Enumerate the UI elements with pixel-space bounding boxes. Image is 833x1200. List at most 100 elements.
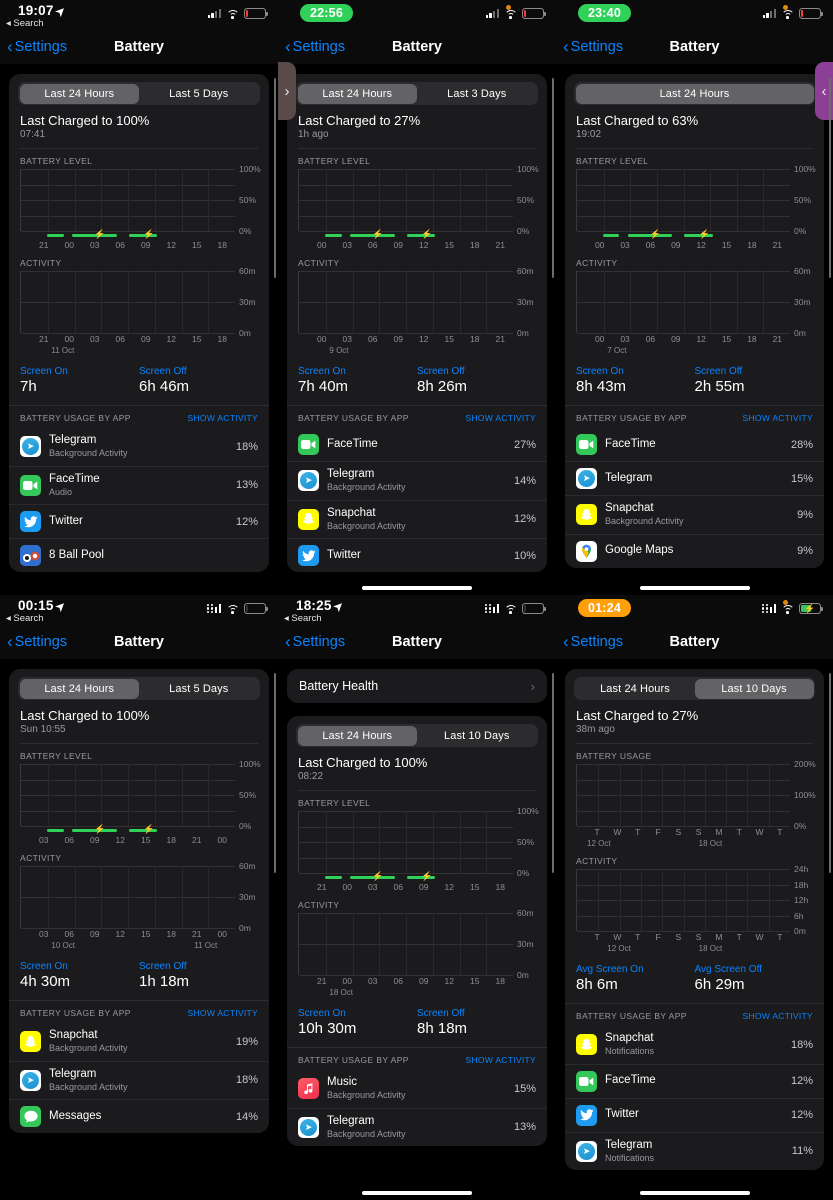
content-scroll-area[interactable]: Last 24 Hours Last 5 Days Last Charged to … xyxy=(0,659,278,1134)
content-scroll-area[interactable]: Last 24 Hours Last Charged to 63% 19:02 BAT… xyxy=(556,64,833,568)
segment-last-24-hours[interactable]: Last 24 Hours xyxy=(19,678,139,699)
time-range-segmented-control[interactable]: Last 24 Hours Last 5 Days xyxy=(18,677,260,700)
vertical-scrollbar[interactable] xyxy=(274,673,276,873)
content-scroll-area[interactable]: Battery Health › Last 24 Hours Last 10 Days… xyxy=(278,659,556,1147)
segment-last-5-days[interactable]: Last 5 Days xyxy=(139,679,259,699)
segment-last-24-hours[interactable]: Last 24 Hours xyxy=(576,679,695,699)
twitter-app-icon xyxy=(20,511,41,533)
panel-3: 23:40 ‹ Settings Battery Last 24 Hours Last C… xyxy=(556,0,833,595)
content-scroll-area[interactable]: Last 24 Hours Last 3 Days Last Charged to … xyxy=(278,64,556,573)
vertical-scrollbar[interactable] xyxy=(552,78,554,278)
app-usage-row[interactable]: Snapchat Background Activity 12% xyxy=(287,499,547,539)
cellular-dots-icon xyxy=(761,603,769,614)
app-usage-row[interactable]: ➤ Telegram 15% xyxy=(565,461,824,495)
app-usage-row[interactable]: 8 Ball Pool xyxy=(9,538,269,572)
app-usage-row[interactable]: Snapchat Background Activity 19% xyxy=(9,1023,269,1061)
edge-swipe-tab-left[interactable]: › xyxy=(278,62,296,120)
x-tick: 12 xyxy=(166,334,176,344)
app-usage-row[interactable]: Google Maps 9% xyxy=(565,533,824,568)
app-usage-row[interactable]: ➤ Telegram Background Activity 13% xyxy=(287,1107,547,1147)
time-range-segmented-control[interactable]: Last 24 Hours Last 10 Days xyxy=(296,724,538,747)
app-meta: Snapchat Background Activity xyxy=(327,507,506,533)
time-range-segmented-control[interactable]: Last 24 Hours Last 3 Days xyxy=(296,82,538,105)
app-usage-row[interactable]: Snapchat Notifications 18% xyxy=(565,1026,824,1064)
app-usage-row[interactable]: FaceTime 12% xyxy=(565,1063,824,1098)
vertical-scrollbar[interactable] xyxy=(552,673,554,873)
app-usage-row[interactable]: Twitter 12% xyxy=(9,504,269,538)
y-tick: 100% xyxy=(239,759,261,769)
segment-last-5-days[interactable]: Last 5 Days xyxy=(139,84,259,104)
segment-last-10-days[interactable]: Last 10 Days xyxy=(417,726,537,746)
x-tick: 15 xyxy=(721,240,732,250)
vertical-scrollbar[interactable] xyxy=(829,78,831,278)
y-tick: 0% xyxy=(794,226,807,236)
app-usage-row[interactable]: Music Background Activity 15% xyxy=(287,1070,547,1108)
time-range-segmented-control[interactable]: Last 24 Hours xyxy=(574,82,815,105)
activity-y-axis: 60m 30m 0m xyxy=(235,266,269,338)
y-tick: 30m xyxy=(239,297,256,307)
segment-last-24-hours[interactable]: Last 24 Hours xyxy=(19,83,139,104)
last-charged-title: Last Charged to 27% xyxy=(298,113,421,128)
app-usage-row[interactable]: Snapchat Background Activity 9% xyxy=(565,495,824,534)
y-tick: 0m xyxy=(794,328,806,338)
app-usage-row[interactable]: Twitter 12% xyxy=(565,1097,824,1132)
home-indicator[interactable] xyxy=(639,1191,750,1195)
app-usage-row[interactable]: Twitter 10% xyxy=(287,538,547,572)
x-tick: 06 xyxy=(115,334,125,344)
segment-last-24-hours[interactable]: Last 24 Hours xyxy=(575,83,814,104)
app-usage-row[interactable]: FaceTime 28% xyxy=(565,428,824,461)
status-bar-back-to-search[interactable]: ◂ Search xyxy=(284,613,322,624)
app-meta: FaceTime xyxy=(605,438,783,452)
show-activity-button[interactable]: SHOW ACTIVITY xyxy=(466,413,537,423)
app-usage-row[interactable]: FaceTime 27% xyxy=(287,428,547,461)
segment-last-3-days[interactable]: Last 3 Days xyxy=(417,84,537,104)
show-activity-button[interactable]: SHOW ACTIVITY xyxy=(188,413,259,423)
time-range-segmented-control[interactable]: Last 24 Hours Last 10 Days xyxy=(574,677,815,700)
show-activity-button[interactable]: SHOW ACTIVITY xyxy=(188,1008,259,1018)
x-tick: 12 xyxy=(419,240,429,250)
status-bar-back-to-search[interactable]: ◂ Search xyxy=(6,613,44,624)
x-tick: M xyxy=(715,932,723,942)
screen-off-label: Screen Off xyxy=(417,1008,465,1019)
app-name: Music xyxy=(327,1076,358,1088)
screen-on-stat: Screen On 4h 30m xyxy=(20,961,139,990)
battery-level-section-title: BATTERY LEVEL xyxy=(576,156,649,166)
x-tick: 03 xyxy=(368,976,378,986)
show-activity-button[interactable]: SHOW ACTIVITY xyxy=(743,413,814,423)
vertical-scrollbar[interactable] xyxy=(829,673,831,873)
content-scroll-area[interactable]: Last 24 Hours Last 10 Days Last Charged to… xyxy=(556,659,833,1171)
last-charged-block: Last Charged to 27% 1h ago xyxy=(287,113,547,140)
battery-icon xyxy=(799,8,823,19)
telegram-app-icon: ➤ xyxy=(20,1069,41,1091)
segment-last-24-hours[interactable]: Last 24 Hours xyxy=(297,725,417,746)
show-activity-button[interactable]: SHOW ACTIVITY xyxy=(466,1055,537,1065)
app-usage-row[interactable]: ➤ Telegram Background Activity 18% xyxy=(9,428,269,466)
home-indicator[interactable] xyxy=(362,1191,472,1195)
battery-bars xyxy=(577,169,790,231)
app-usage-row[interactable]: FaceTime Audio 13% xyxy=(9,465,269,505)
app-usage-row[interactable]: Messages 14% xyxy=(9,1099,269,1133)
status-bar-back-to-search[interactable]: ◂ Search xyxy=(6,18,44,29)
app-usage-row[interactable]: ➤ Telegram Background Activity 14% xyxy=(287,461,547,500)
home-indicator[interactable] xyxy=(362,586,472,590)
show-activity-button[interactable]: SHOW ACTIVITY xyxy=(743,1011,814,1021)
content-scroll-area[interactable]: Last 24 Hours Last 5 Days Last Charged to … xyxy=(0,64,278,573)
charging-indicator-bar: ⚡ ⚡ xyxy=(31,230,235,239)
time-range-segmented-control[interactable]: Last 24 Hours Last 5 Days xyxy=(18,82,260,105)
segment-last-10-days[interactable]: Last 10 Days xyxy=(694,678,814,699)
app-meta: Telegram Background Activity xyxy=(327,1115,506,1141)
app-usage-reason: Background Activity xyxy=(327,1128,406,1139)
app-usage-list: Music Background Activity 15% ➤ Telegram Back… xyxy=(287,1070,547,1146)
vertical-scrollbar[interactable] xyxy=(274,78,276,278)
app-usage-row[interactable]: ➤ Telegram Notifications 11% xyxy=(565,1131,824,1171)
activity-y-axis: 60m 30m 0m xyxy=(790,266,824,338)
home-indicator[interactable] xyxy=(639,586,750,590)
battery-health-row[interactable]: Battery Health › xyxy=(287,669,547,703)
battery-card: Last 24 Hours Last 10 Days Last Charged to… xyxy=(287,716,547,1147)
charging-indicator-bar: ⚡ ⚡ xyxy=(309,872,513,881)
app-name: FaceTime xyxy=(605,437,656,450)
app-usage-row[interactable]: ➤ Telegram Background Activity 18% xyxy=(9,1060,269,1100)
y-tick: 50% xyxy=(517,837,535,847)
y-tick: 30m xyxy=(517,297,534,307)
segment-last-24-hours[interactable]: Last 24 Hours xyxy=(297,83,417,104)
